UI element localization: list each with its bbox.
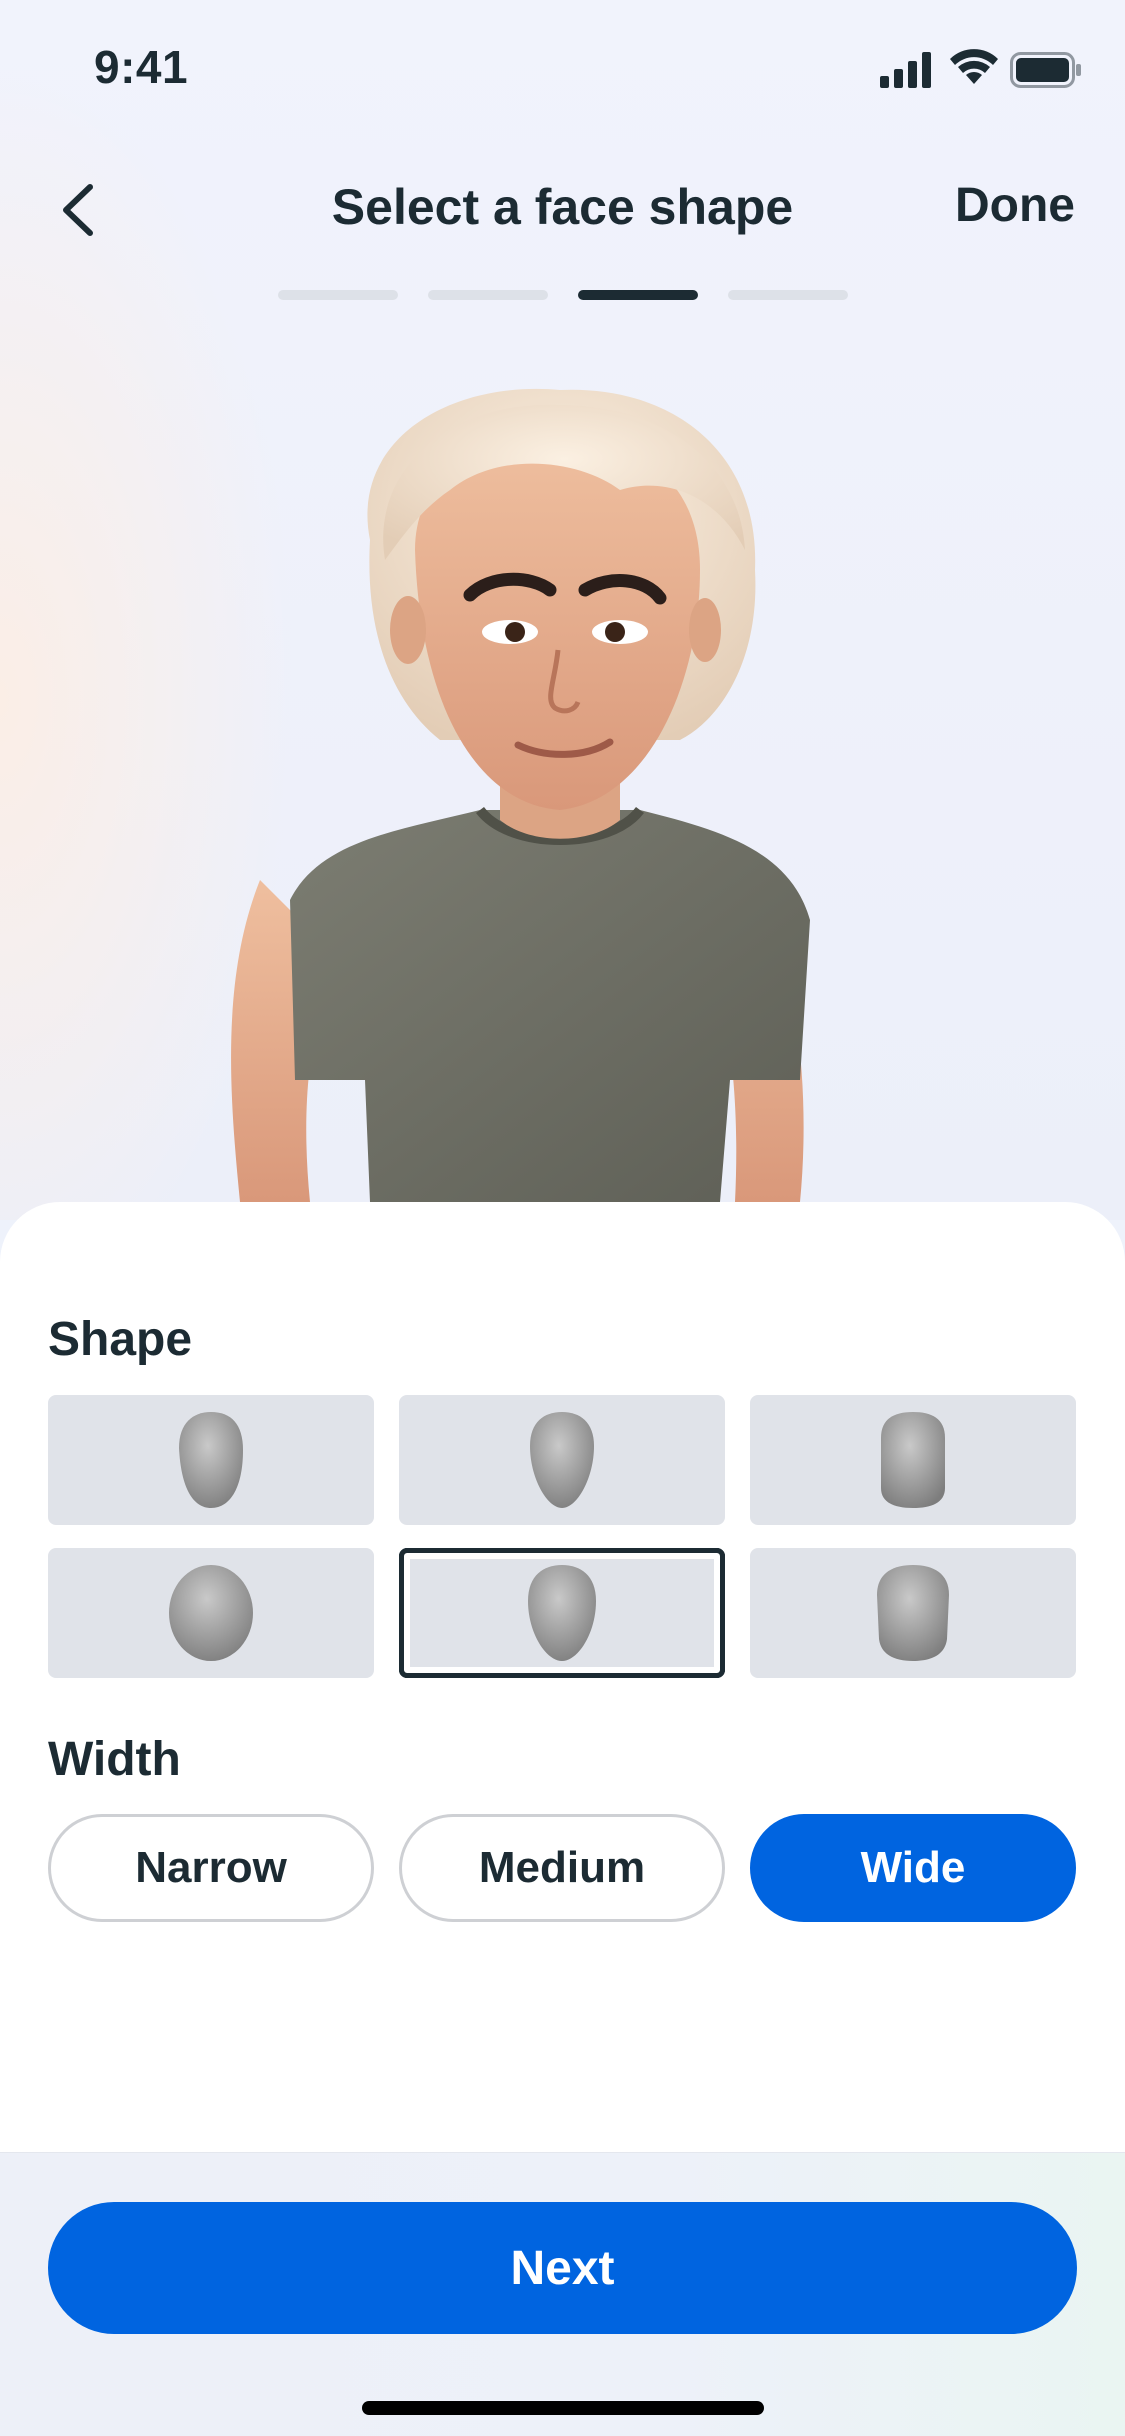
- status-time: 9:41: [94, 41, 189, 93]
- width-medium-button[interactable]: Medium: [399, 1814, 725, 1922]
- status-bar: 9:41: [0, 0, 1125, 140]
- step-indicator: [428, 290, 548, 300]
- width-options: Narrow Medium Wide: [48, 1814, 1076, 1922]
- wifi-icon: [950, 49, 998, 84]
- face-shape-5-icon: [528, 1565, 596, 1661]
- cellular-signal-icon: [880, 52, 931, 88]
- face-shape-4-icon: [169, 1565, 253, 1661]
- step-progress: [278, 290, 848, 300]
- avatar-preview: [231, 388, 810, 1202]
- width-narrow-button[interactable]: Narrow: [48, 1814, 374, 1922]
- face-shape-option[interactable]: [399, 1395, 725, 1525]
- shape-section-label: Shape: [48, 1313, 193, 1366]
- width-section-label: Width: [48, 1733, 181, 1786]
- face-shape-3-icon: [881, 1412, 945, 1508]
- face-shape-1-icon: [179, 1412, 243, 1508]
- face-shape-option[interactable]: [750, 1395, 1076, 1525]
- face-shape-option[interactable]: [48, 1395, 374, 1525]
- home-indicator: [362, 2401, 764, 2415]
- done-button[interactable]: Done: [955, 178, 1075, 233]
- face-shape-option[interactable]: [750, 1548, 1076, 1678]
- next-button[interactable]: Next: [48, 2202, 1077, 2334]
- face-shape-6-icon: [877, 1565, 949, 1661]
- face-shape-option-selected[interactable]: [399, 1548, 725, 1678]
- face-shape-2-icon: [530, 1412, 594, 1508]
- face-shape-option[interactable]: [48, 1548, 374, 1678]
- customization-sheet: Shape Width Narrow Medium Wide: [0, 1202, 1125, 2152]
- battery-icon: [1010, 52, 1081, 88]
- step-indicator: [728, 290, 848, 300]
- step-indicator: [278, 290, 398, 300]
- page-title: Select a face shape: [331, 179, 794, 235]
- face-shape-grid: [48, 1395, 1077, 1678]
- step-indicator-active: [578, 290, 698, 300]
- footer: Next: [0, 2152, 1125, 2436]
- back-button[interactable]: [52, 180, 102, 240]
- width-wide-button[interactable]: Wide: [750, 1814, 1076, 1922]
- chevron-left-icon: [63, 184, 93, 236]
